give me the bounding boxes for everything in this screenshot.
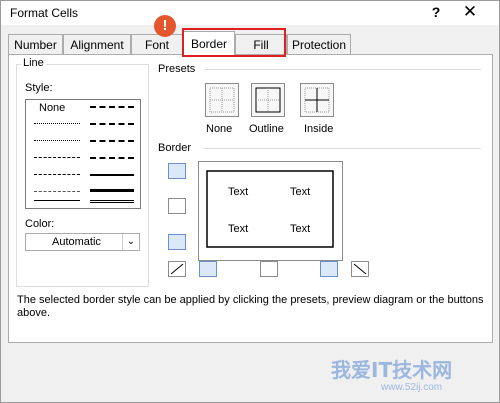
- style-option-hair[interactable]: [34, 123, 80, 124]
- site-watermark: 我爱IT技术网 www.52ij.com: [331, 346, 491, 401]
- style-option-slanted-dash-dot[interactable]: [90, 123, 134, 125]
- line-style-list[interactable]: None: [25, 99, 141, 209]
- presets-heading: Presets: [158, 63, 196, 75]
- style-option-none[interactable]: None: [39, 102, 65, 114]
- border-separator: [203, 148, 481, 149]
- preset-none-icon: [209, 87, 235, 113]
- presets-separator: [205, 69, 481, 70]
- style-option-medium-dash-dot-dot[interactable]: [90, 106, 134, 108]
- format-cells-dialog: Format Cells ? ✕ Number Alignment Font B…: [0, 0, 500, 403]
- style-option-thin[interactable]: [34, 200, 80, 201]
- border-horizontal-inside-button[interactable]: [168, 198, 186, 214]
- close-button[interactable]: ✕: [461, 2, 479, 22]
- border-diagonal-up-button[interactable]: [168, 261, 186, 277]
- tab-alignment[interactable]: Alignment: [63, 34, 131, 55]
- line-group-heading: Line: [21, 57, 46, 69]
- tab-number[interactable]: Number: [8, 34, 63, 55]
- border-heading: Border: [158, 142, 192, 154]
- preview-text-1: Text: [228, 186, 249, 198]
- border-top-button[interactable]: [168, 163, 186, 179]
- border-vertical-inside-button[interactable]: [260, 261, 278, 277]
- help-button[interactable]: ?: [427, 3, 445, 21]
- title-bar: Format Cells ? ✕: [1, 1, 499, 25]
- preset-inside-label: Inside: [304, 123, 334, 135]
- style-option-medium-dash-dot[interactable]: [90, 140, 134, 142]
- preset-none-button[interactable]: [205, 83, 239, 117]
- style-option-dash-dot[interactable]: [34, 174, 80, 175]
- diagonal-down-icon: [353, 263, 367, 275]
- watermark-url: www.52ij.com: [381, 382, 443, 393]
- style-option-dashed[interactable]: [34, 191, 80, 192]
- watermark-text: 我爱IT技术网: [331, 358, 453, 382]
- tab-font[interactable]: Font: [131, 34, 183, 55]
- border-diagonal-down-button[interactable]: [351, 261, 369, 277]
- preview-text-2: Text: [290, 186, 311, 198]
- preset-inside-icon: [304, 87, 330, 113]
- preset-outline-label: Outline: [249, 123, 284, 135]
- preview-frame: [206, 170, 334, 248]
- style-label: Style:: [25, 82, 53, 94]
- preview-text-3: Text: [228, 223, 249, 235]
- style-option-medium-dashed[interactable]: [90, 157, 134, 159]
- border-preview[interactable]: Text Text Text Text: [198, 161, 343, 261]
- diagonal-up-icon: [170, 263, 184, 275]
- border-right-button[interactable]: [320, 261, 338, 277]
- tab-protection[interactable]: Protection: [287, 34, 351, 55]
- style-option-medium[interactable]: [90, 174, 134, 176]
- border-left-button[interactable]: [199, 261, 217, 277]
- preset-none-label: None: [206, 123, 233, 135]
- style-option-double[interactable]: [90, 200, 134, 203]
- color-label: Color:: [25, 218, 55, 230]
- preset-outline-button[interactable]: [251, 83, 285, 117]
- style-option-dash-dot-dot[interactable]: [34, 157, 80, 158]
- preset-outline-icon: [255, 87, 281, 113]
- color-dropdown[interactable]: Automatic ⌄: [25, 233, 140, 251]
- alert-badge-icon: !: [154, 15, 176, 37]
- window-title: Format Cells: [10, 6, 79, 20]
- border-description: The selected border style can be applied…: [17, 294, 484, 319]
- color-value: Automatic: [52, 236, 101, 248]
- preview-text-4: Text: [290, 223, 311, 235]
- border-tab-panel: Line Style: None Color: Automatic ⌄ Pres…: [8, 54, 493, 343]
- preset-inside-button[interactable]: [300, 83, 334, 117]
- chevron-down-icon[interactable]: ⌄: [122, 234, 139, 250]
- border-bottom-button[interactable]: [168, 234, 186, 250]
- style-option-dotted[interactable]: [34, 140, 80, 141]
- highlight-annotation: [182, 28, 286, 57]
- style-option-thick[interactable]: [90, 189, 134, 192]
